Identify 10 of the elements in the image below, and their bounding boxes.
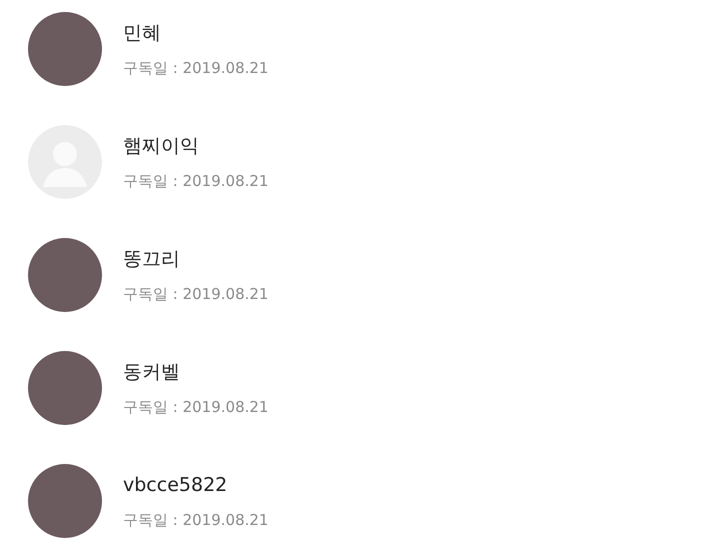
user-name: vbcce5822 [123,474,228,496]
subscription-date: 구독일 : 2019.08.21 [123,510,268,530]
user-name: 동커벨 [123,361,181,383]
subscription-date: 구독일 : 2019.08.21 [123,397,268,417]
user-name: 민혜 [123,22,162,44]
subscription-date: 구독일 : 2019.08.21 [123,171,268,191]
subscription-date: 구독일 : 2019.08.21 [123,284,268,304]
user-name: 똥끄리 [123,248,181,270]
user-name: 햄찌이익 [123,135,200,157]
subscription-date: 구독일 : 2019.08.21 [123,58,268,78]
